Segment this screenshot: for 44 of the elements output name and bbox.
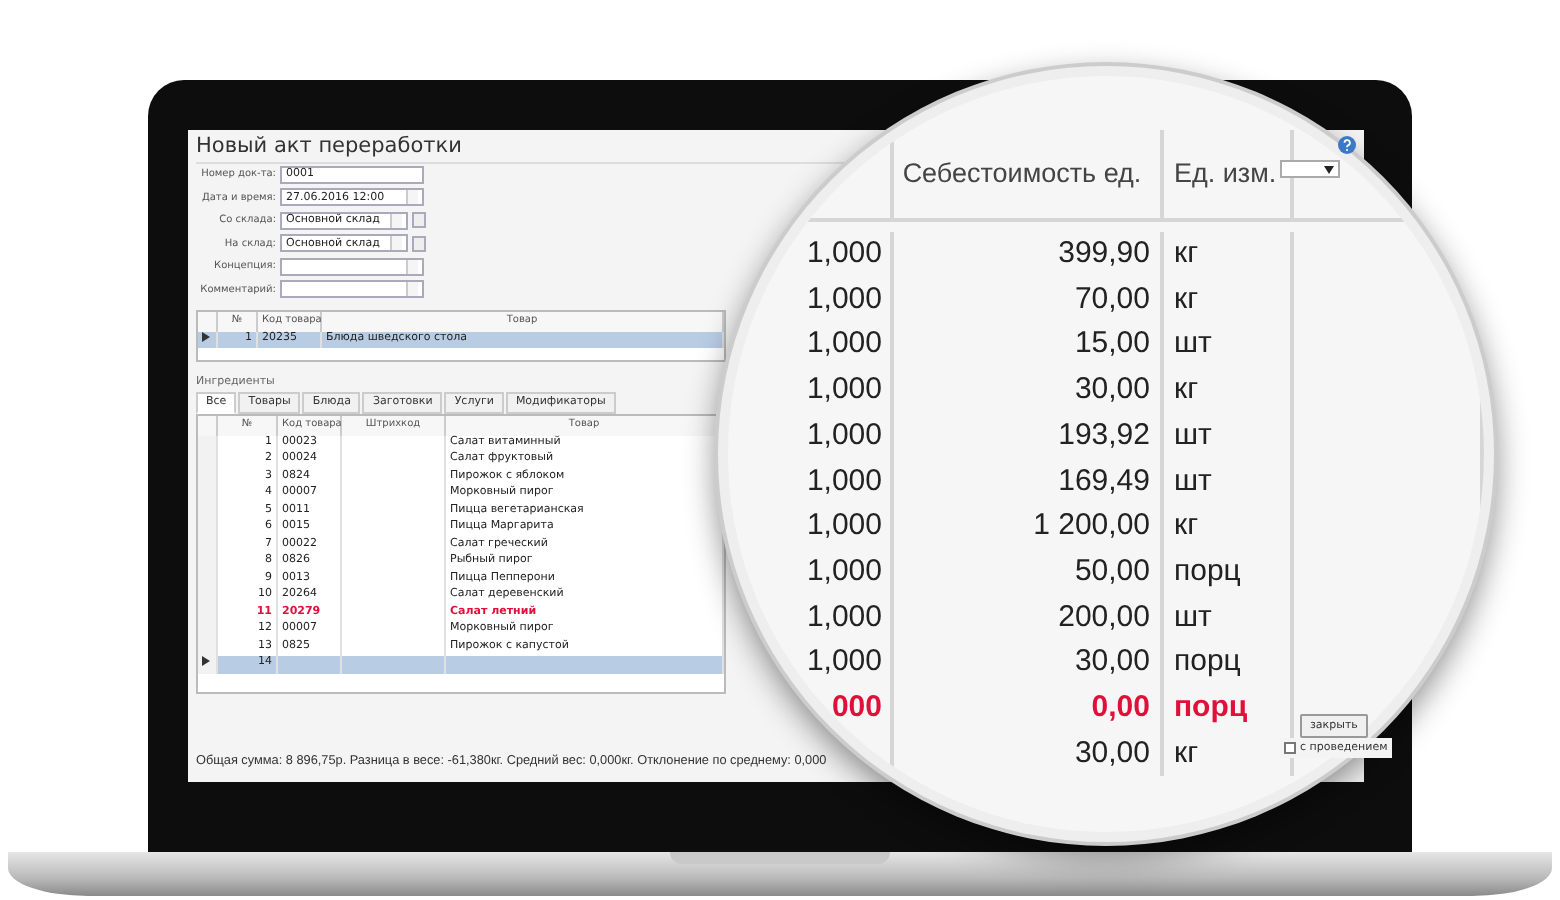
- table-cell-text: 1,000: [806, 551, 882, 592]
- table-cell-text: 1,000: [806, 279, 882, 320]
- table-cell-text: 399,90: [1058, 234, 1150, 275]
- table-cell-text: шт: [1174, 461, 1212, 502]
- column-header: Себестоимость ед.: [894, 130, 1164, 218]
- table-cell-text: 30,00: [1074, 733, 1150, 774]
- table-cell-text: кг: [1174, 506, 1199, 547]
- table-cell-text: кг: [1174, 234, 1199, 275]
- table-cell-text: 30,00: [1074, 642, 1150, 683]
- help-icon[interactable]: [1338, 136, 1356, 154]
- table-cell-text: порц: [1174, 551, 1241, 592]
- row-pointer-icon: [202, 656, 210, 667]
- dropdown[interactable]: [1280, 160, 1340, 178]
- input-field[interactable]: [280, 257, 424, 276]
- table-cell-text: кг: [1174, 733, 1199, 774]
- caret-icon: [1324, 165, 1334, 173]
- table-cell-text: порц: [1174, 687, 1248, 728]
- table-cell-text: 1,000: [806, 597, 882, 638]
- table-cell-text: 1,000: [806, 370, 882, 411]
- table-cell-text: 000: [831, 687, 882, 728]
- table-cell-text: 1,000: [806, 642, 882, 683]
- checkbox[interactable]: [1284, 742, 1296, 755]
- table-cell-text: 200,00: [1058, 597, 1150, 638]
- table-cell-text: кг: [1174, 370, 1199, 411]
- table-cell-text: 1,000: [806, 506, 882, 547]
- table-cell-text: кг: [1174, 279, 1199, 320]
- table-cell-text: порц: [1174, 642, 1241, 683]
- table-cell-text: 193,92: [1058, 415, 1150, 456]
- table-cell-text: 169,49: [1058, 461, 1150, 502]
- table-cell-text: 1,000: [806, 324, 882, 365]
- table-cell-text: 1,000: [806, 415, 882, 456]
- table-cell-text: 15,00: [1074, 324, 1150, 365]
- table-cell-text: 1,000: [806, 461, 882, 502]
- table-cell-text: 1,000: [806, 234, 882, 275]
- table-cell-text: 30,00: [1074, 370, 1150, 411]
- table-cell-text: шт: [1174, 415, 1212, 456]
- table-cell-text: шт: [1174, 597, 1212, 638]
- table-cell-text: 1 200,00: [1033, 506, 1150, 547]
- table-cell-text: шт: [1174, 324, 1212, 365]
- input-field[interactable]: [280, 280, 424, 299]
- row-pointer-icon: [202, 331, 210, 342]
- table-cell-text: 50,00: [1074, 551, 1150, 592]
- table-cell-text: 0,00: [1091, 687, 1150, 728]
- table-cell-text: 70,00: [1074, 279, 1150, 320]
